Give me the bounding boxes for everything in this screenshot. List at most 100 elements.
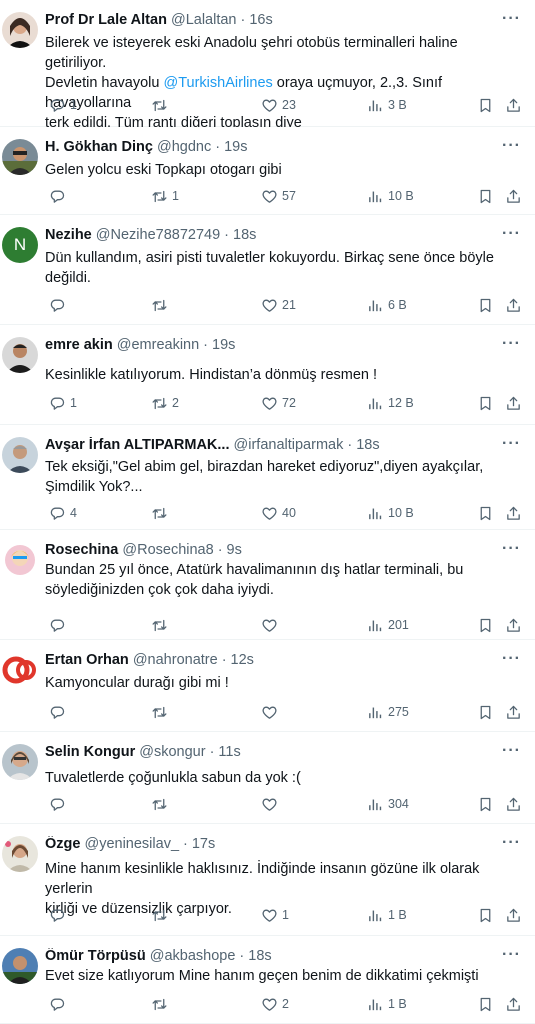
username[interactable]: @Lalaltan [171,12,237,28]
timestamp[interactable]: 17s [192,836,215,852]
bookmark-button[interactable] [473,186,494,206]
tweet[interactable]: Ömür Törpüsü @akbashope · 18s ··· Evet size … [0,936,535,1024]
avatar[interactable] [2,836,38,872]
reply-button[interactable] [45,295,70,315]
display-name[interactable]: Ömür Törpüsü [45,948,146,964]
bookmark-button[interactable] [473,295,494,315]
username[interactable]: @akbashope [150,948,236,964]
more-options-icon[interactable]: ··· [502,834,521,852]
share-button[interactable] [501,702,522,722]
tweet[interactable]: Avşar İrfan ALTIPARMAK... @irfanaltiparm… [0,425,535,530]
bookmark-button[interactable] [473,393,494,413]
views-button[interactable]: 201 [363,615,409,635]
timestamp[interactable]: 19s [212,337,235,353]
username[interactable]: @Nezihe78872749 [96,227,220,243]
username[interactable]: @yeninesilav_ [84,836,179,852]
username[interactable]: @skongur [139,744,205,760]
share-button[interactable] [501,994,522,1014]
tweet[interactable]: Özge @yeninesilav_ · 17s ··· Mine hanım kesi… [0,824,535,936]
retweet-button[interactable] [147,994,172,1014]
more-options-icon[interactable]: ··· [502,435,521,453]
like-button[interactable]: 1 [257,905,289,925]
share-button[interactable] [501,905,522,925]
more-options-icon[interactable]: ··· [502,225,521,243]
more-options-icon[interactable]: ··· [502,10,521,28]
tweet[interactable]: emre akin @emreakinn · 19s ··· Kesinlikle ka… [0,325,535,425]
bookmark-button[interactable] [473,503,494,523]
views-button[interactable]: 304 [363,794,409,814]
share-button[interactable] [501,95,522,115]
more-options-icon[interactable]: ··· [502,335,521,353]
avatar[interactable] [2,948,38,984]
like-button[interactable]: 21 [257,295,296,315]
avatar[interactable]: N [2,227,38,263]
reply-button[interactable] [45,994,70,1014]
bookmark-button[interactable] [473,702,494,722]
share-button[interactable] [501,295,522,315]
retweet-button[interactable] [147,794,172,814]
bookmark-button[interactable] [473,794,494,814]
reply-button[interactable] [45,186,70,206]
tweet[interactable]: H. Gökhan Dinç @hgdnc · 19s ··· Gelen yolcu … [0,127,535,215]
bookmark-button[interactable] [473,994,494,1014]
username[interactable]: @hgdnc [157,139,211,155]
like-button[interactable] [257,794,282,814]
views-button[interactable]: 6 B [363,295,407,315]
reply-button[interactable]: 4 [45,503,77,523]
display-name[interactable]: Selin Kongur [45,744,135,760]
retweet-button[interactable] [147,95,172,115]
avatar[interactable] [2,744,38,780]
share-button[interactable] [501,615,522,635]
username[interactable]: @nahronatre [133,652,218,668]
views-button[interactable]: 1 B [363,905,407,925]
share-button[interactable] [501,186,522,206]
tweet[interactable]: Ertan Orhan @nahronatre · 12s ··· Kamyoncula… [0,640,535,732]
like-button[interactable]: 23 [257,95,296,115]
reply-button[interactable]: 1 [45,393,77,413]
like-button[interactable]: 57 [257,186,296,206]
tweet[interactable]: Selin Kongur @skongur · 11s ··· Tuvaletlerde… [0,732,535,824]
like-button[interactable]: 72 [257,393,296,413]
username[interactable]: @emreakinn [117,337,199,353]
display-name[interactable]: emre akin [45,337,113,353]
avatar[interactable] [2,139,38,175]
timestamp[interactable]: 16s [249,12,272,28]
reply-button[interactable] [45,794,70,814]
like-button[interactable] [257,702,282,722]
timestamp[interactable]: 9s [227,542,242,558]
timestamp[interactable]: 18s [248,948,271,964]
like-button[interactable]: 2 [257,994,289,1014]
avatar[interactable] [2,337,38,373]
avatar[interactable] [2,437,38,473]
more-options-icon[interactable]: ··· [502,650,521,668]
views-button[interactable]: 10 B [363,186,414,206]
share-button[interactable] [501,794,522,814]
tweet[interactable]: N Nezihe @Nezihe78872749 · 18s ··· Dün kullan… [0,215,535,325]
tweet[interactable]: Rosechina @Rosechina8 · 9s ··· Bundan 25 yıl… [0,530,535,640]
bookmark-button[interactable] [473,95,494,115]
retweet-button[interactable] [147,615,172,635]
retweet-button[interactable]: 2 [147,393,179,413]
views-button[interactable]: 3 B [363,95,407,115]
more-options-icon[interactable]: ··· [502,137,521,155]
avatar[interactable] [2,542,38,578]
views-button[interactable]: 10 B [363,503,414,523]
reply-button[interactable] [45,615,70,635]
retweet-button[interactable] [147,905,172,925]
username[interactable]: @Rosechina8 [122,542,213,558]
more-options-icon[interactable]: ··· [502,742,521,760]
timestamp[interactable]: 11s [218,744,240,760]
avatar[interactable] [2,12,38,48]
more-options-icon[interactable]: ··· [502,946,521,964]
username[interactable]: @irfanaltiparmak [234,437,344,453]
views-button[interactable]: 12 B [363,393,414,413]
retweet-button[interactable] [147,503,172,523]
display-name[interactable]: H. Gökhan Dinç [45,139,153,155]
timestamp[interactable]: 19s [224,139,247,155]
like-button[interactable] [257,615,282,635]
display-name[interactable]: Özge [45,836,80,852]
like-button[interactable]: 40 [257,503,296,523]
reply-button[interactable]: 1 [45,95,77,115]
share-button[interactable] [501,503,522,523]
reply-button[interactable] [45,702,70,722]
